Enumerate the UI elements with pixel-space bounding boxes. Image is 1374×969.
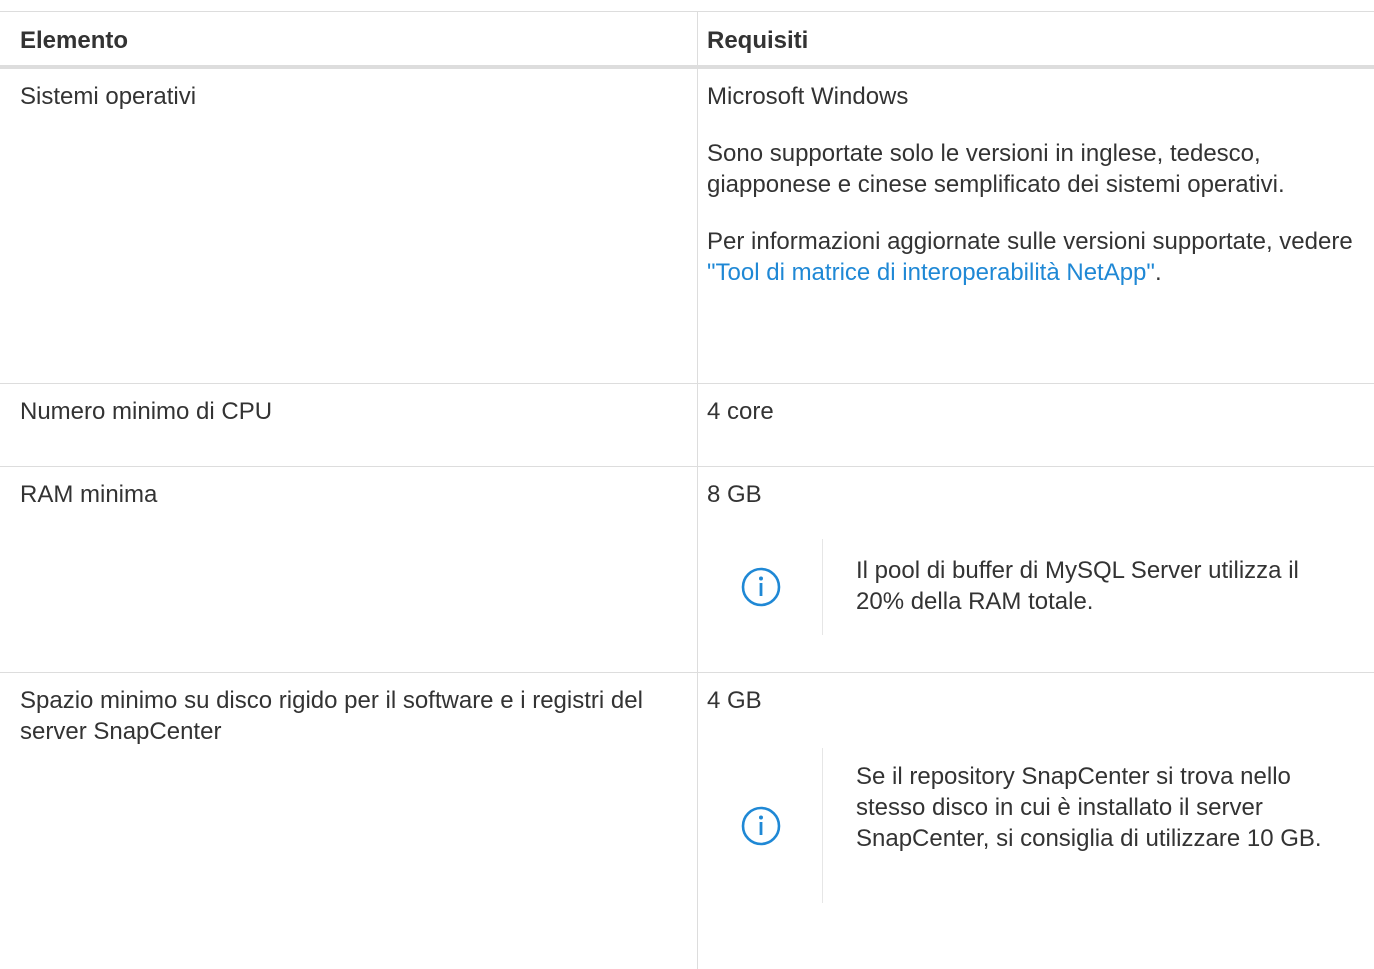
table-row: Spazio minimo su disco rigido per il sof… [0,673,1374,963]
interoperability-matrix-link[interactable]: "Tool di matrice di interoperabilità Net… [707,259,1155,286]
requirement-note-text: Sono supportate solo le versioni in ingl… [707,140,1285,198]
table-header-row: Elemento Requisiti [0,12,1374,69]
note-text: Il pool di buffer di MySQL Server utiliz… [856,557,1299,615]
requirement-value: 4 core [707,398,774,425]
requirement-value: 8 GB [707,481,762,508]
table-row: RAM minima 8 GB Il pool di buffer di MyS… [0,467,1374,673]
info-icon [737,563,785,611]
header-requisiti: Requisiti [707,27,809,54]
admonition-note: Se il repository SnapCenter si trova nel… [707,748,1367,903]
column-divider [697,69,698,969]
table-row: Numero minimo di CPU 4 core [0,384,1374,467]
row-element-label: Numero minimo di CPU [20,398,273,425]
note-divider [822,748,823,903]
header-elemento: Elemento [20,27,129,54]
link-prefix-text: Per informazioni aggiornate sulle versio… [707,228,1353,255]
note-divider [822,539,823,635]
row-requirement: Microsoft Windows Sono supportate solo l… [707,81,1367,288]
table-row: Sistemi operativi Microsoft Windows Sono… [0,69,1374,384]
requirement-value: 4 GB [707,687,762,714]
row-element-label: RAM minima [20,481,158,508]
note-text: Se il repository SnapCenter si trova nel… [856,763,1322,852]
row-element-label: Spazio minimo su disco rigido per il sof… [20,687,643,745]
column-divider [697,12,698,65]
row-element-label: Sistemi operativi [20,83,197,110]
requirement-link-paragraph: Per informazioni aggiornate sulle versio… [707,226,1367,288]
link-suffix-text: . [1154,259,1162,286]
admonition-note: Il pool di buffer di MySQL Server utiliz… [707,539,1367,635]
info-icon [737,802,785,850]
requirement-value: Microsoft Windows [707,83,909,110]
